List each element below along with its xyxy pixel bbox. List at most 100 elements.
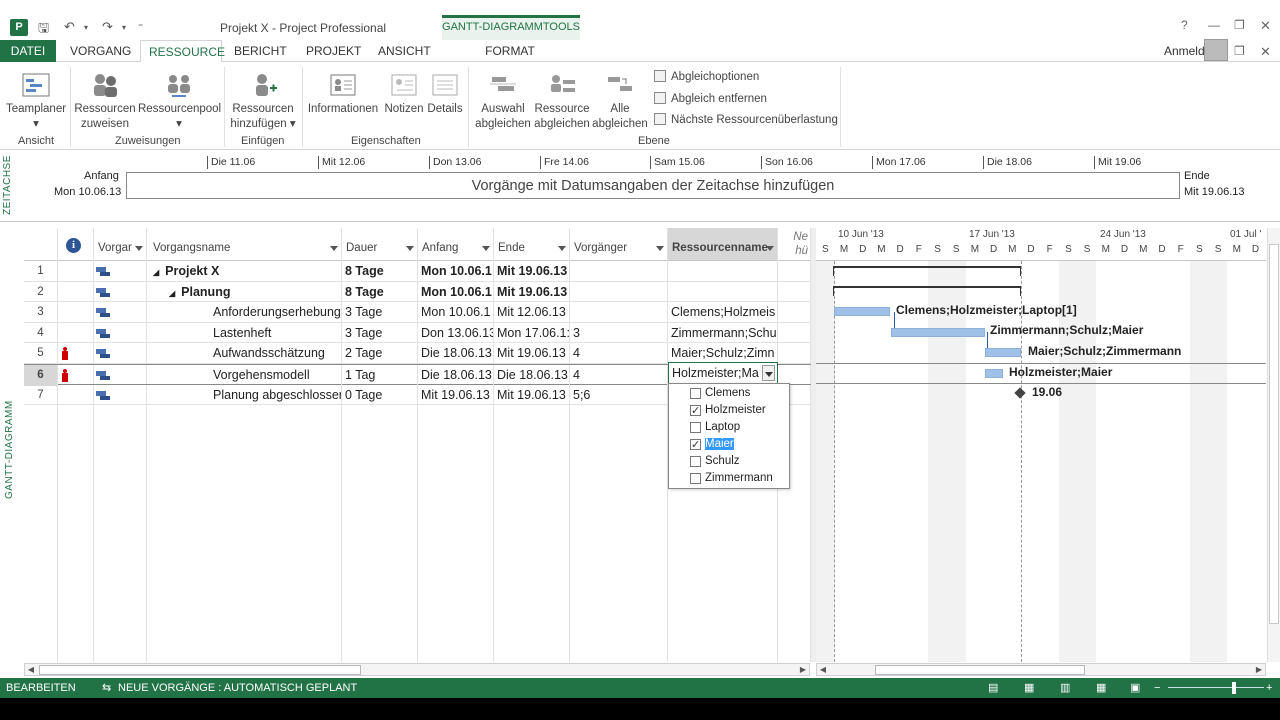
scroll-left-icon[interactable]: ◀ [25,664,37,675]
alle-abgleichen-button[interactable]: Alle abgleichen [592,68,648,132]
cell-ressourcen[interactable] [668,281,778,303]
header-dauer[interactable]: Dauer [342,228,418,261]
undo-icon[interactable]: ↶ [64,19,75,35]
cell-dauer[interactable]: 0 Tage [342,384,418,406]
header-anfang[interactable]: Anfang [418,228,494,261]
cell-ende[interactable]: Mit 19.06.13 [494,261,570,282]
scroll-left-icon[interactable]: ◀ [817,664,829,675]
cell-id[interactable]: 2 [24,281,58,303]
cell-ende[interactable]: Mit 19.06.13 [494,343,570,364]
header-select-all[interactable] [24,228,58,261]
teamplaner-button[interactable]: Teamplaner ▾ [4,68,68,132]
dropdown-option[interactable]: Laptop [687,419,742,436]
chevron-down-icon[interactable] [406,246,414,251]
header-new-column[interactable]: Ne hü [778,228,811,261]
tab-ressource[interactable]: RESSOURCE [140,40,225,63]
details-button[interactable]: Details [426,68,464,117]
cell-ende[interactable]: Mit 19.06.13 [494,384,570,406]
cell-id[interactable]: 5 [24,343,58,364]
dropdown-option[interactable]: Schulz [687,453,742,470]
cell-vorgaenger[interactable]: 4 [570,343,668,364]
cell-dauer[interactable]: 8 Tage [342,261,418,282]
chevron-down-icon[interactable] [135,246,143,251]
save-icon[interactable]: 🖫 [38,19,49,41]
cell-id[interactable]: 4 [24,322,58,344]
cell-vorgaenger[interactable] [570,302,668,323]
header-indicators[interactable]: i [58,228,94,261]
gantt-view-icon[interactable]: ▤ [988,678,998,698]
abgleich-entfernen-button[interactable]: Abgleich entfernen [654,92,767,105]
table-row[interactable]: 5 Aufwandsschätzung 2 Tage Die 18.06.13 Mit … [24,343,811,364]
project-app-icon[interactable]: P [10,19,28,36]
zoom-in-icon[interactable]: + [1266,678,1272,698]
cell-dauer[interactable]: 1 Tag [342,365,418,386]
header-ressourcen[interactable]: Ressourcenname [668,228,778,261]
cell-name[interactable]: Vorgehensmodell [147,365,342,386]
informationen-button[interactable]: Informationen [306,68,380,117]
task-usage-icon[interactable]: ▦ [1024,678,1034,698]
cell-dauer[interactable]: 3 Tage [342,302,418,323]
cell-name[interactable]: Lastenheft [147,322,342,344]
cell-dauer[interactable]: 2 Tage [342,343,418,364]
redo-dropdown-icon[interactable]: ▾ [122,23,126,32]
cell-anfang[interactable]: Mon 10.06.1 [418,281,494,303]
cell-id[interactable]: 1 [24,261,58,282]
zoom-slider[interactable] [1168,687,1264,688]
milestone-icon[interactable] [1014,387,1026,399]
cell-ressourcen[interactable]: Clemens;Holzmeis [668,302,778,323]
checkbox[interactable] [690,473,701,484]
tab-projekt[interactable]: PROJEKT [298,40,364,62]
cell-anfang[interactable]: Don 13.06.13 [418,322,494,344]
gantt-vertical-scrollbar[interactable] [1267,228,1280,662]
chevron-down-icon[interactable] [766,246,774,251]
tab-datei[interactable]: DATEI [0,40,56,62]
ressourcen-zuweisen-button[interactable]: Ressourcen zuweisen [72,68,138,132]
naechste-ueberlastung-button[interactable]: Nächste Ressourcenüberlastung [654,113,838,126]
ribbon-display-icon[interactable]: ❐ [1234,44,1245,58]
cell-name[interactable]: ◢ Projekt X [147,261,342,282]
abgleichoptionen-button[interactable]: Abgleichoptionen [654,70,759,83]
summary-bar-planung[interactable] [833,286,1021,296]
cell-ressourcen[interactable]: Zimmermann;Schu [668,322,778,344]
tab-ansicht[interactable]: ANSICHT [370,40,436,62]
dropdown-option[interactable]: Zimmermann [687,470,775,487]
close-button[interactable]: ✕ [1260,18,1271,34]
tab-format[interactable]: FORMAT [476,40,544,62]
cell-vorgaenger[interactable]: 4 [570,365,668,386]
checkbox[interactable] [690,422,701,433]
header-vorgaenger[interactable]: Vorgänger [570,228,668,261]
cell-vorgaenger[interactable] [570,281,668,303]
collapse-toggle-icon[interactable]: ◢ [169,289,175,298]
help-button[interactable]: ? [1181,18,1188,32]
task-bar-aufwandsschaetzung[interactable] [985,348,1021,357]
checkbox[interactable] [690,388,701,399]
cell-ende[interactable]: Mon 17.06.1: [494,322,570,344]
cell-anfang[interactable]: Mit 19.06.13 [418,384,494,406]
gantt-horizontal-scrollbar[interactable]: ◀ ▶ [816,663,1266,676]
cell-vorgaenger[interactable]: 3 [570,322,668,344]
ressourcenpool-button[interactable]: Ressourcenpool ▾ [138,68,221,132]
chevron-down-icon[interactable] [482,246,490,251]
table-row[interactable]: 2 ◢ Planung 8 Tage Mon 10.06.1 Mit 19.06.13 [24,281,811,303]
scrollbar-thumb[interactable] [39,665,361,675]
cell-anfang[interactable]: Die 18.06.13 [418,365,494,386]
cell-anfang[interactable]: Mon 10.06.1 [418,302,494,323]
avatar[interactable] [1204,39,1228,61]
scrollbar-thumb[interactable] [1269,244,1279,624]
zoom-out-icon[interactable]: − [1154,678,1160,698]
ressource-abgleichen-button[interactable]: Ressource abgleichen [532,68,592,132]
chevron-down-icon[interactable] [330,246,338,251]
restore-button[interactable]: ❐ [1234,18,1245,32]
zoom-slider-thumb[interactable] [1232,682,1236,694]
cell-ende[interactable]: Mit 19.06.13 [494,281,570,303]
task-mode-icon[interactable]: ⇆ [102,678,111,698]
task-bar-vorgehensmodell[interactable] [985,369,1003,378]
resource-sheet-icon[interactable]: ▦ [1096,678,1106,698]
dropdown-option[interactable]: Maier [687,436,736,454]
cell-anfang[interactable]: Die 18.06.13 [418,343,494,364]
resource-dropdown-button[interactable] [762,365,775,381]
cell-ressourcen[interactable]: Maier;Schulz;Zimn [668,343,778,364]
cell-name[interactable]: Planung abgeschlossen [147,384,342,406]
task-bar-lastenheft[interactable] [891,328,985,337]
header-name[interactable]: Vorgangsname [147,228,342,261]
